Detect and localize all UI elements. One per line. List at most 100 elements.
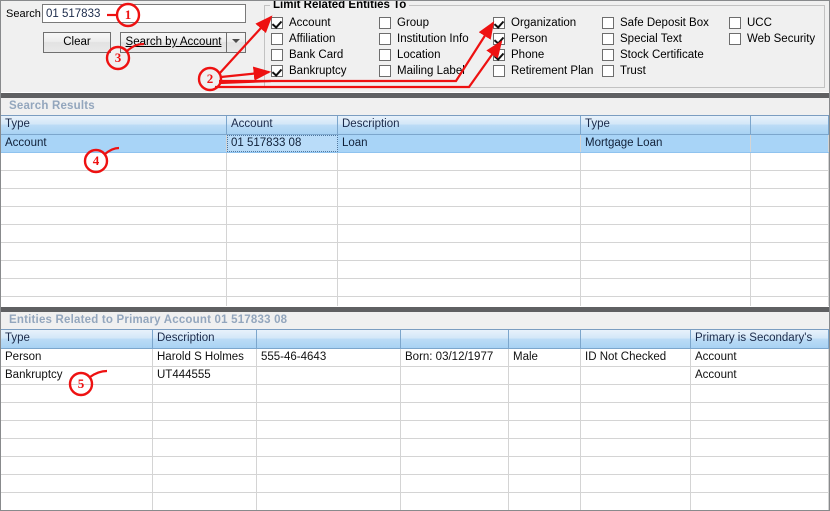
related-entities-header-cell[interactable]: Primary is Secondary's [691, 330, 829, 348]
checkbox-box[interactable] [271, 33, 283, 45]
related-entities-cell[interactable] [257, 439, 401, 456]
search-results-cell[interactable] [751, 225, 829, 242]
related-entities-cell[interactable] [153, 457, 257, 474]
related-entities-cell[interactable] [257, 421, 401, 438]
search-by-dropdown-button[interactable] [226, 32, 246, 53]
search-results-cell[interactable] [1, 297, 227, 306]
related-entities-cell[interactable] [691, 403, 829, 420]
related-entities-cell[interactable] [509, 403, 581, 420]
search-results-grid[interactable]: Type Account Description Type Account 01 517… [1, 115, 829, 306]
checkbox-trust[interactable]: Trust [602, 65, 646, 81]
checkbox-account[interactable]: Account [271, 17, 331, 33]
search-results-cell[interactable] [338, 189, 581, 206]
related-entities-cell[interactable] [1, 493, 153, 510]
related-entities-cell[interactable] [691, 457, 829, 474]
related-entities-cell[interactable] [581, 367, 691, 384]
search-results-cell[interactable] [581, 279, 751, 296]
search-results-body[interactable]: Account 01 517833 08 Loan Mortgage Loan [1, 135, 829, 306]
related-entities-cell[interactable] [581, 439, 691, 456]
checkbox-box[interactable] [379, 33, 391, 45]
related-entities-cell[interactable]: Born: 03/12/1977 [401, 349, 509, 366]
related-entities-cell[interactable] [153, 421, 257, 438]
search-results-cell[interactable] [227, 225, 338, 242]
related-entities-cell[interactable] [1, 439, 153, 456]
related-entities-empty-row[interactable] [1, 385, 829, 403]
related-entities-cell[interactable] [691, 385, 829, 402]
related-entities-cell[interactable] [509, 385, 581, 402]
checkbox-box[interactable] [379, 17, 391, 29]
related-entities-empty-row[interactable] [1, 457, 829, 475]
search-results-cell[interactable] [751, 243, 829, 260]
related-entities-cell[interactable] [1, 475, 153, 492]
search-results-cell[interactable] [581, 153, 751, 170]
search-results-header-cell[interactable] [751, 116, 829, 134]
search-results-cell[interactable] [751, 171, 829, 188]
related-entities-cell[interactable]: Person [1, 349, 153, 366]
search-results-cell[interactable] [227, 279, 338, 296]
checkbox-box[interactable] [602, 49, 614, 61]
related-entities-cell[interactable] [509, 421, 581, 438]
related-entities-cell[interactable] [509, 493, 581, 510]
checkbox-box[interactable] [493, 49, 505, 61]
search-results-cell[interactable] [1, 207, 227, 224]
related-entities-empty-row[interactable] [1, 475, 829, 493]
search-results-cell[interactable] [581, 225, 751, 242]
related-entities-cell[interactable]: ID Not Checked [581, 349, 691, 366]
checkbox-retirement-plan[interactable]: Retirement Plan [493, 65, 593, 81]
related-entities-cell[interactable] [401, 421, 509, 438]
clear-button[interactable]: Clear [43, 32, 111, 53]
search-results-cell[interactable] [1, 225, 227, 242]
checkbox-box[interactable] [271, 49, 283, 61]
search-results-cell[interactable] [751, 279, 829, 296]
search-results-cell[interactable] [338, 207, 581, 224]
search-results-empty-row[interactable] [1, 297, 829, 306]
related-entities-cell[interactable] [257, 475, 401, 492]
search-results-header-cell[interactable]: Account [227, 116, 338, 134]
search-results-empty-row[interactable] [1, 225, 829, 243]
related-entities-header-cell[interactable] [401, 330, 509, 348]
search-results-cell[interactable] [751, 261, 829, 278]
related-entities-cell[interactable] [257, 457, 401, 474]
search-results-cell[interactable] [751, 153, 829, 170]
related-entities-body[interactable]: Person Harold S Holmes 555-46-4643 Born: 03… [1, 349, 829, 510]
search-results-header-cell[interactable]: Type [1, 116, 227, 134]
related-entities-empty-row[interactable] [1, 421, 829, 439]
related-entities-cell[interactable] [581, 385, 691, 402]
related-entities-cell[interactable] [257, 367, 401, 384]
related-entities-cell[interactable] [401, 439, 509, 456]
checkbox-box[interactable] [271, 17, 283, 29]
related-entities-cell[interactable]: UT444555 [153, 367, 257, 384]
related-entities-cell[interactable] [401, 367, 509, 384]
search-by-account-button[interactable]: Search by Account [120, 32, 226, 53]
search-results-cell[interactable] [1, 261, 227, 278]
related-entities-cell[interactable] [1, 403, 153, 420]
search-results-cell[interactable] [338, 243, 581, 260]
related-entities-empty-row[interactable] [1, 439, 829, 457]
checkbox-web-security[interactable]: Web Security [729, 33, 815, 49]
related-entities-cell[interactable] [581, 457, 691, 474]
related-entities-cell[interactable]: Account [691, 349, 829, 366]
search-results-cell[interactable]: Loan [338, 135, 581, 152]
checkbox-group[interactable]: Group [379, 17, 429, 33]
related-entities-header-cell[interactable] [257, 330, 401, 348]
search-results-empty-row[interactable] [1, 261, 829, 279]
search-results-cell[interactable] [581, 243, 751, 260]
related-entities-row[interactable]: Bankruptcy UT444555 Account [1, 367, 829, 385]
related-entities-cell[interactable] [401, 385, 509, 402]
search-results-empty-row[interactable] [1, 171, 829, 189]
search-results-cell[interactable] [227, 243, 338, 260]
related-entities-header-cell[interactable]: Type [1, 330, 153, 348]
search-results-cell[interactable] [581, 297, 751, 306]
checkbox-box[interactable] [493, 33, 505, 45]
search-results-cell[interactable] [581, 171, 751, 188]
related-entities-cell[interactable]: Account [691, 367, 829, 384]
search-results-cell[interactable] [338, 297, 581, 306]
related-entities-cell[interactable] [1, 457, 153, 474]
checkbox-bankruptcy[interactable]: Bankruptcy [271, 65, 347, 81]
search-results-empty-row[interactable] [1, 279, 829, 297]
search-results-cell[interactable] [1, 189, 227, 206]
checkbox-box[interactable] [602, 33, 614, 45]
search-results-cell[interactable] [227, 297, 338, 306]
related-entities-cell[interactable] [153, 475, 257, 492]
search-results-empty-row[interactable] [1, 153, 829, 171]
